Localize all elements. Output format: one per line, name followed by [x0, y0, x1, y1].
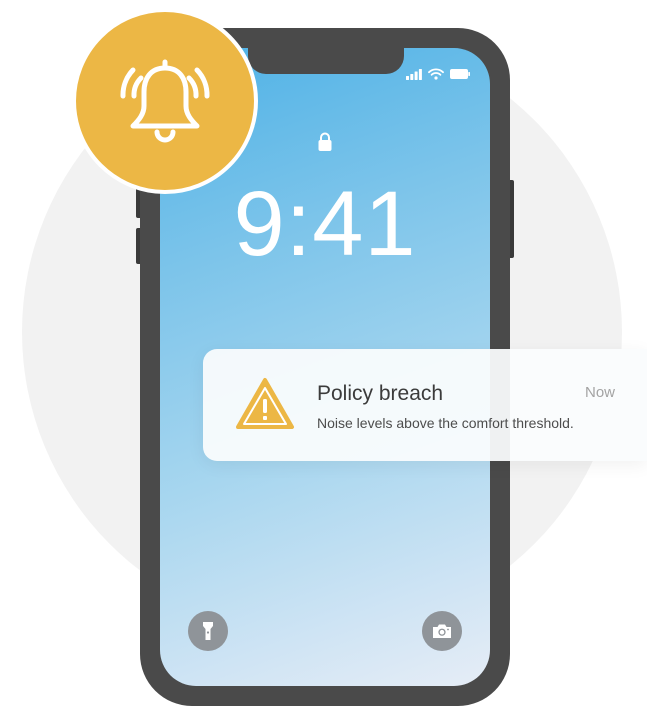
- signal-icon: [406, 68, 422, 80]
- flashlight-icon: [203, 622, 213, 640]
- status-bar: [406, 68, 470, 80]
- battery-icon: [450, 69, 470, 79]
- warning-icon: [236, 378, 294, 429]
- camera-icon: [433, 624, 451, 638]
- lock-icon: [318, 132, 332, 151]
- wifi-icon: [428, 68, 444, 80]
- notification-card[interactable]: Policy breach Noise levels above the com…: [203, 349, 647, 461]
- lock-screen-clock: 9:41: [233, 173, 417, 275]
- alarm-bell-icon: [120, 59, 210, 143]
- phone-notch: [248, 48, 404, 74]
- flashlight-button[interactable]: [188, 611, 228, 651]
- notification-title: Policy breach: [317, 382, 444, 405]
- camera-button[interactable]: [422, 611, 462, 651]
- notification-time: Now: [584, 384, 615, 401]
- alarm-badge: [72, 8, 258, 194]
- notification-body: Noise levels above the comfort threshold…: [317, 415, 574, 431]
